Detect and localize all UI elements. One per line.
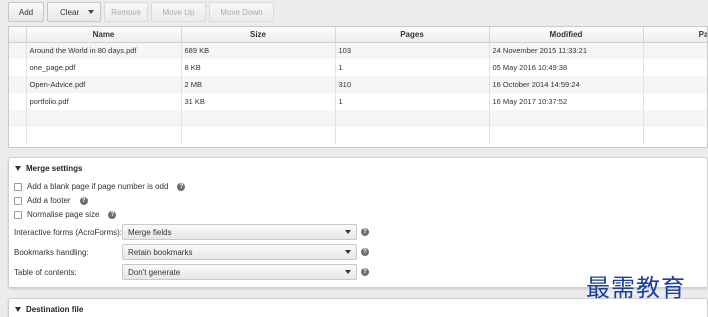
clear-button[interactable]: Clear [47, 2, 101, 22]
destination-file-header[interactable]: Destination file [15, 305, 83, 314]
table-row[interactable]: Around the World in 80 days.pdf 689 KB 1… [9, 42, 707, 59]
page-selection-cell[interactable] [643, 42, 707, 59]
toc-value: Don't generate [128, 267, 181, 277]
remove-button[interactable]: Remove [104, 2, 148, 22]
normalise-checkbox[interactable] [14, 210, 22, 219]
toc-row: Table of contents: Don't generate ? [14, 264, 374, 280]
help-circle-icon[interactable]: ? [361, 248, 369, 256]
column-header-name[interactable]: Name [26, 27, 182, 43]
page-selection-cell[interactable] [643, 59, 707, 76]
file-pages-cell: 103 [335, 42, 490, 59]
help-circle-icon[interactable]: ? [108, 210, 117, 219]
file-modified-cell: 16 October 2014 14:59:24 [489, 76, 644, 93]
add-button[interactable]: Add [8, 2, 44, 22]
clear-button-label: Clear [60, 7, 80, 17]
blank-page-label: Add a blank page if page number is odd [27, 182, 169, 191]
help-circle-icon[interactable]: ? [361, 228, 369, 236]
column-header-page-selection[interactable]: Pag [643, 27, 707, 43]
triangle-down-icon [15, 166, 21, 171]
move-up-button[interactable]: Move Up [151, 2, 206, 22]
column-header-pages[interactable]: Pages [335, 27, 490, 43]
page-selection-cell[interactable] [643, 76, 707, 93]
row-index-cell [9, 59, 27, 76]
file-name-cell: Open-Advice.pdf [26, 76, 182, 93]
file-size-cell: 8 KB [181, 59, 336, 76]
merge-settings-title: Merge settings [26, 164, 83, 173]
table-row[interactable]: Open-Advice.pdf 2 MB 310 16 October 2014… [9, 76, 707, 93]
normalise-option[interactable]: Normalise page size ? [14, 210, 117, 219]
file-modified-cell: 16 May 2017 10:37:52 [489, 93, 644, 110]
toc-select[interactable]: Don't generate [122, 264, 357, 280]
file-modified-cell: 24 November 2015 11:33:21 [489, 42, 644, 59]
merge-settings-header[interactable]: Merge settings [15, 164, 82, 173]
file-size-cell: 31 KB [181, 93, 336, 110]
row-index-cell [9, 76, 27, 93]
chevron-down-icon [345, 270, 351, 274]
file-pages-cell: 1 [335, 59, 490, 76]
interactive-forms-select[interactable]: Merge fields [122, 224, 357, 240]
table-row[interactable]: portfolio.pdf 31 KB 1 16 May 2017 10:37:… [9, 93, 707, 110]
column-header-index[interactable] [9, 27, 27, 43]
chevron-down-icon [345, 230, 351, 234]
bookmarks-value: Retain bookmarks [128, 247, 193, 257]
destination-file-title: Destination file [26, 305, 84, 314]
help-circle-icon[interactable]: ? [361, 268, 369, 276]
file-name-cell: portfolio.pdf [26, 93, 182, 110]
column-header-size[interactable]: Size [181, 27, 336, 43]
file-table[interactable]: Name Size Pages Modified Pag Around the … [8, 26, 708, 148]
blank-page-checkbox[interactable] [14, 182, 22, 191]
empty-table-row [9, 127, 707, 144]
toolbar: Add Clear Remove Move Up Move Down [0, 0, 708, 24]
chevron-down-icon [88, 10, 94, 14]
watermark-logo: 最需教育 [586, 274, 686, 302]
table-row[interactable]: one_page.pdf 8 KB 1 05 May 2016 10:49:38 [9, 59, 707, 76]
move-down-button[interactable]: Move Down [209, 2, 274, 22]
help-circle-icon[interactable]: ? [79, 196, 88, 205]
file-pages-cell: 1 [335, 93, 490, 110]
file-modified-cell: 05 May 2016 10:49:38 [489, 59, 644, 76]
help-circle-icon[interactable]: ? [177, 182, 186, 191]
interactive-forms-value: Merge fields [128, 227, 172, 237]
triangle-down-icon [15, 307, 21, 312]
row-index-cell [9, 42, 27, 59]
bookmarks-label: Bookmarks handling: [14, 247, 89, 257]
normalise-label: Normalise page size [27, 210, 100, 219]
blank-page-option[interactable]: Add a blank page if page number is odd ? [14, 182, 186, 191]
add-footer-label: Add a footer [27, 196, 71, 205]
bookmarks-select[interactable]: Retain bookmarks [122, 244, 357, 260]
chevron-down-icon [345, 250, 351, 254]
toc-label: Table of contents: [14, 267, 77, 277]
interactive-forms-label: Interactive forms (AcroForms): [14, 227, 123, 237]
file-name-cell: Around the World in 80 days.pdf [26, 42, 182, 59]
page-selection-cell[interactable] [643, 93, 707, 110]
row-index-cell [9, 93, 27, 110]
column-header-modified[interactable]: Modified [489, 27, 644, 43]
footer-option[interactable]: Add a footer ? [14, 196, 88, 205]
empty-table-row [9, 110, 707, 127]
bookmarks-row: Bookmarks handling: Retain bookmarks ? [14, 244, 374, 260]
file-size-cell: 689 KB [181, 42, 336, 59]
interactive-forms-row: Interactive forms (AcroForms): Merge fie… [14, 224, 374, 240]
file-pages-cell: 310 [335, 76, 490, 93]
file-size-cell: 2 MB [181, 76, 336, 93]
file-name-cell: one_page.pdf [26, 59, 182, 76]
add-footer-checkbox[interactable] [14, 196, 22, 205]
